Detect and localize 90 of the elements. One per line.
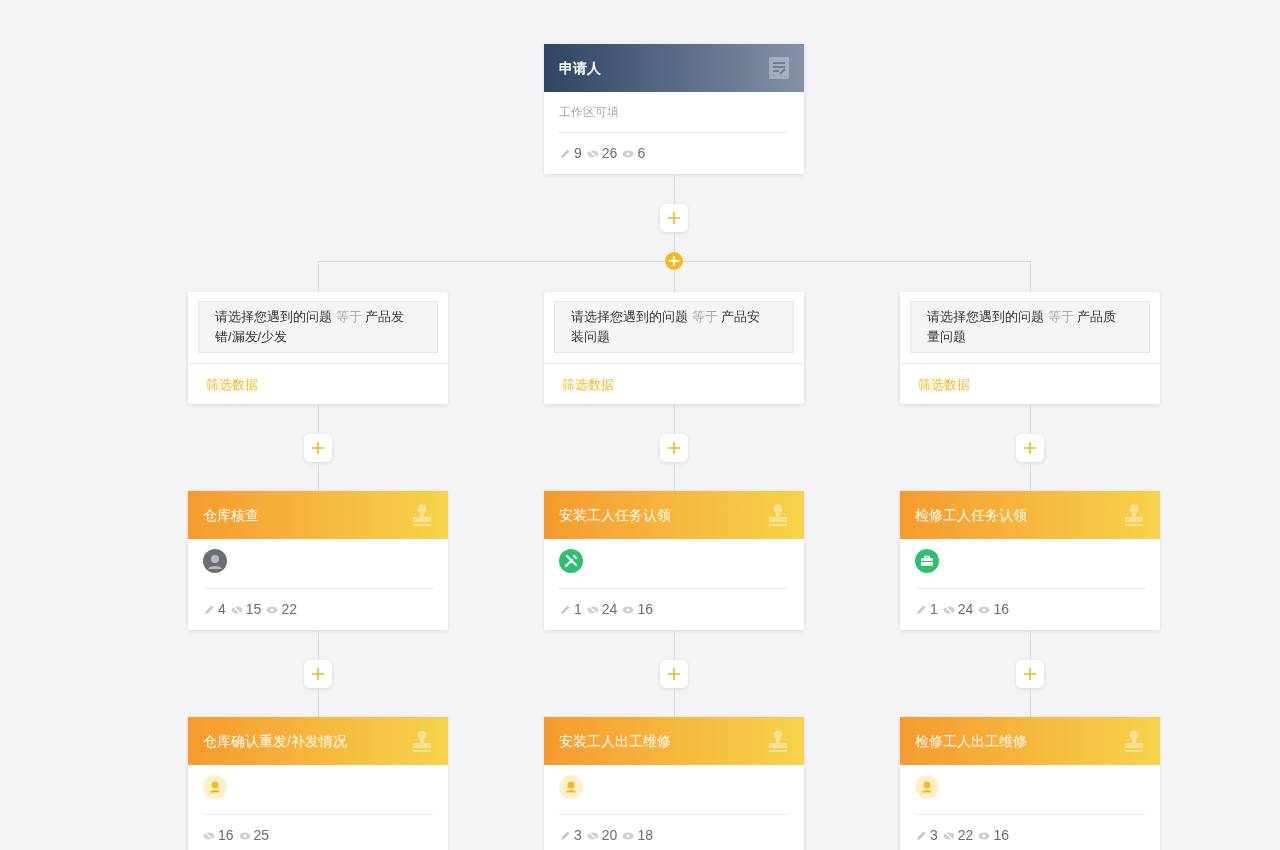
pencil-icon <box>915 603 927 616</box>
field-count: 22 <box>281 600 297 619</box>
add-node-button[interactable] <box>1016 660 1044 688</box>
add-node-button[interactable] <box>660 434 688 462</box>
node-subtitle: 工作区可填 <box>559 92 789 133</box>
add-node-button[interactable] <box>304 660 332 688</box>
field-count: 16 <box>993 826 1009 845</box>
pencil-icon <box>559 147 571 160</box>
field-count: 20 <box>601 826 618 845</box>
condition-text: 请选择您遇到的问题 等于 产品质量问题 <box>910 301 1150 353</box>
field-count: 16 <box>218 826 234 845</box>
approval-node-card[interactable]: 仓库核查 4 15 22 <box>188 491 448 630</box>
field-count: 1 <box>930 600 938 619</box>
stamp-icon <box>767 729 789 753</box>
field-count: 3 <box>930 826 938 845</box>
field-count: 16 <box>637 600 653 619</box>
tools-icon <box>559 549 583 573</box>
approval-node-card[interactable]: 检修工人任务认领 1 24 16 <box>900 491 1160 630</box>
condition-text: 请选择您遇到的问题 等于 产品安装问题 <box>554 301 794 353</box>
field-count: 16 <box>993 600 1009 619</box>
plus-icon <box>667 211 681 225</box>
eye-icon <box>978 830 991 841</box>
field-count: 3 <box>574 826 582 845</box>
stamp-icon <box>411 729 433 753</box>
condition-card[interactable]: 请选择您遇到的问题 等于 产品发错/漏发/少发 筛选数据 <box>188 292 448 404</box>
eye-slash-icon <box>586 604 599 615</box>
eye-icon <box>238 830 251 841</box>
person-icon <box>559 775 583 799</box>
pencil-icon <box>559 603 571 616</box>
node-title: 检修工人任务认领 <box>915 505 1027 525</box>
pencil-icon <box>559 829 571 842</box>
start-node-card[interactable]: 申请人 工作区可填 9 26 6 <box>544 44 804 174</box>
stamp-icon <box>411 503 433 527</box>
eye-icon <box>266 604 279 615</box>
add-node-button[interactable] <box>304 434 332 462</box>
eye-slash-icon <box>230 604 243 615</box>
eye-slash-icon <box>586 830 599 841</box>
condition-text: 请选择您遇到的问题 等于 产品发错/漏发/少发 <box>198 301 438 353</box>
pencil-icon <box>203 603 215 616</box>
field-count: 25 <box>253 826 270 845</box>
eye-slash-icon <box>203 830 215 841</box>
field-count: 6 <box>637 144 646 163</box>
node-title: 仓库核查 <box>203 505 259 525</box>
approval-node-card[interactable]: 安装工人出工维修 3 20 18 <box>544 717 804 850</box>
plus-icon <box>667 441 681 455</box>
node-title: 仓库确认重发/补发情况 <box>203 731 347 751</box>
add-node-button[interactable] <box>660 204 688 232</box>
add-branch-button[interactable] <box>665 252 683 270</box>
condition-card[interactable]: 请选择您遇到的问题 等于 产品安装问题 筛选数据 <box>544 292 804 404</box>
field-count: 22 <box>957 826 974 845</box>
eye-slash-icon <box>942 604 955 615</box>
field-count: 1 <box>574 600 582 619</box>
eye-slash-icon <box>942 830 955 841</box>
person-icon <box>203 775 227 799</box>
field-count: 18 <box>637 826 653 845</box>
node-title: 安装工人出工维修 <box>559 731 671 751</box>
plus-icon <box>667 667 681 681</box>
eye-icon <box>622 148 635 159</box>
form-icon <box>769 57 789 79</box>
eye-icon <box>622 830 635 841</box>
avatar-placeholder <box>203 549 227 573</box>
stamp-icon <box>1123 503 1145 527</box>
field-count: 9 <box>574 144 582 163</box>
field-count: 26 <box>601 144 618 163</box>
field-count: 24 <box>601 600 618 619</box>
field-count: 15 <box>245 600 262 619</box>
node-title: 检修工人出工维修 <box>915 731 1027 751</box>
approval-node-card[interactable]: 检修工人出工维修 3 22 16 <box>900 717 1160 850</box>
plus-icon <box>1023 667 1037 681</box>
add-node-button[interactable] <box>1016 434 1044 462</box>
plus-icon <box>311 441 325 455</box>
approval-node-card[interactable]: 安装工人任务认领 1 24 16 <box>544 491 804 630</box>
eye-icon <box>622 604 635 615</box>
stamp-icon <box>767 503 789 527</box>
node-title: 申请人 <box>559 58 601 78</box>
field-count: 24 <box>957 600 974 619</box>
plus-icon <box>1023 441 1037 455</box>
plus-icon <box>669 256 679 266</box>
pencil-icon <box>915 829 927 842</box>
person-icon <box>915 775 939 799</box>
briefcase-icon <box>915 549 939 573</box>
eye-icon <box>978 604 991 615</box>
node-title: 安装工人任务认领 <box>559 505 671 525</box>
stamp-icon <box>1123 729 1145 753</box>
add-node-button[interactable] <box>660 660 688 688</box>
condition-card[interactable]: 请选择您遇到的问题 等于 产品质量问题 筛选数据 <box>900 292 1160 404</box>
approval-node-card[interactable]: 仓库确认重发/补发情况 16 25 <box>188 717 448 850</box>
eye-slash-icon <box>586 148 599 159</box>
plus-icon <box>311 667 325 681</box>
field-count: 4 <box>218 600 226 619</box>
